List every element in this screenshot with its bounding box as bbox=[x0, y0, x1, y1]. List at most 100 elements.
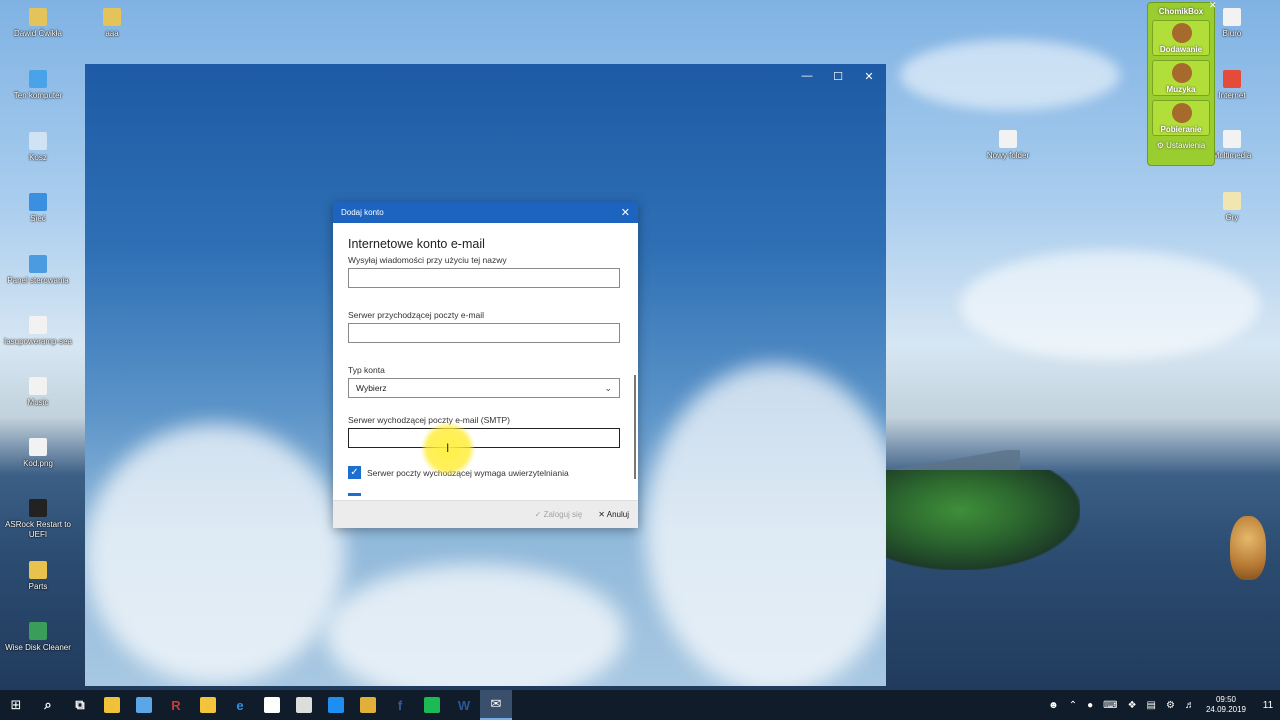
chevron-up-icon[interactable]: ⌃ bbox=[1069, 700, 1077, 711]
settings-icon[interactable]: ⚙ bbox=[1166, 700, 1175, 711]
desktop-icon[interactable]: Kosz bbox=[0, 132, 76, 163]
people-icon[interactable]: ☻ bbox=[1048, 700, 1059, 711]
taskbar-remote-desktop-icon[interactable] bbox=[128, 690, 160, 720]
cloud bbox=[325, 564, 625, 686]
incoming-server-input[interactable] bbox=[348, 323, 620, 343]
taskbar-app-face-icon[interactable] bbox=[192, 690, 224, 720]
check-icon: ✓ bbox=[534, 510, 542, 519]
taskbar-word-icon[interactable]: W bbox=[448, 690, 480, 720]
desktop-icon-nowy-folder[interactable]: Nowy folder bbox=[970, 130, 1046, 161]
dialog-close-button[interactable]: ✕ bbox=[621, 206, 630, 219]
desktop-icon-label: Gry bbox=[1225, 213, 1239, 222]
cancel-label: Anuluj bbox=[606, 510, 629, 519]
minimize-button[interactable]: — bbox=[792, 70, 822, 82]
auth-required-checkbox[interactable]: ✓ bbox=[348, 466, 361, 479]
windows-start-icon[interactable]: ⊞ bbox=[0, 690, 32, 720]
desktop-icon[interactable]: Wise Disk Cleaner bbox=[0, 622, 76, 653]
taskbar-messenger-icon[interactable] bbox=[320, 690, 352, 720]
taskbar-edge-icon[interactable]: e bbox=[224, 690, 256, 720]
taskbar-mail-icon[interactable]: ✉ bbox=[480, 690, 512, 720]
desktop-app-icon bbox=[29, 499, 47, 517]
desktop-icon[interactable]: Dawid Ćwikła bbox=[0, 8, 76, 39]
desktop-icon-label: Kosz bbox=[29, 153, 47, 162]
desktop-app-icon bbox=[29, 193, 47, 211]
desktop-app-icon bbox=[29, 8, 47, 26]
taskbar-glyph bbox=[200, 697, 216, 713]
taskbar-store-icon[interactable] bbox=[256, 690, 288, 720]
dialog-heading: Internetowe konto e-mail bbox=[348, 237, 485, 251]
auth-required-row[interactable]: ✓ Serwer poczty wychodzącej wymaga uwier… bbox=[348, 466, 623, 479]
signin-button[interactable]: ✓ Zaloguj się bbox=[535, 510, 583, 519]
desktop-app-icon bbox=[29, 377, 47, 395]
keyboard-icon[interactable]: ⌨ bbox=[1103, 700, 1117, 711]
desktop-app-icon bbox=[29, 316, 47, 334]
notification-center-icon[interactable]: 11 bbox=[1256, 690, 1280, 720]
taskbar-glyph bbox=[328, 697, 344, 713]
incoming-server-label: Serwer przychodzącej poczty e-mail bbox=[348, 310, 485, 320]
dialog-scrollbar[interactable] bbox=[634, 375, 636, 479]
taskbar: ⊞ ⌕ ⧉ Re f W ✉ ☻ ⌃ ● ⌨ ❖ ▤ ⚙ ♬ 09:50 24.09.20… bbox=[0, 690, 1280, 720]
cancel-button[interactable]: ✕ Anuluj bbox=[598, 510, 629, 519]
desktop-icon[interactable]: Parts bbox=[0, 561, 76, 592]
chomikbox-close-button[interactable]: ✕ bbox=[1209, 0, 1217, 11]
maximize-button[interactable]: ☐ bbox=[823, 70, 853, 83]
close-button[interactable]: ✕ bbox=[854, 70, 884, 83]
send-name-input[interactable] bbox=[348, 268, 620, 288]
clock-date: 24.09.2019 bbox=[1205, 705, 1246, 714]
desktop-icon[interactable]: Gry bbox=[1194, 192, 1270, 223]
taskbar-task-view-icon[interactable]: ⧉ bbox=[64, 690, 96, 720]
dialog-footer: ✓ Zaloguj się ✕ Anuluj bbox=[333, 500, 638, 528]
network-icon[interactable]: ▤ bbox=[1147, 700, 1156, 711]
taskbar-search-icon[interactable]: ⌕ bbox=[32, 690, 64, 720]
desktop-app-icon bbox=[29, 622, 47, 640]
cloud bbox=[85, 424, 345, 684]
dialog-body: Internetowe konto e-mail Wysyłaj wiadomo… bbox=[333, 223, 638, 500]
clock[interactable]: 09:50 24.09.2019 bbox=[1206, 695, 1246, 715]
desktop-icon[interactable]: Kod.png bbox=[0, 438, 76, 469]
desktop-app-icon bbox=[29, 255, 47, 273]
volume-icon[interactable]: ♬ bbox=[1185, 700, 1195, 711]
desktop-icon-aaa[interactable]: aaa bbox=[74, 8, 150, 39]
chomikbox-settings[interactable]: ⚙ Ustawienia bbox=[1148, 141, 1214, 150]
island bbox=[880, 470, 1080, 570]
desktop-app-icon bbox=[1223, 130, 1241, 148]
system-tray: ☻ ⌃ ● ⌨ ❖ ▤ ⚙ ♬ 09:50 24.09.2019 11 bbox=[1043, 690, 1280, 720]
desktop-icon[interactable]: ASRock Restart to UEFI bbox=[0, 499, 76, 540]
add-account-dialog: Dodaj konto ✕ Internetowe konto e-mail W… bbox=[333, 202, 638, 528]
text-cursor-icon: I bbox=[446, 441, 450, 455]
hamster-icon bbox=[1172, 23, 1192, 43]
chomikbox-button-label: Muzyka bbox=[1166, 85, 1196, 94]
account-type-select[interactable]: Wybierz ⌄ bbox=[348, 378, 620, 398]
taskbar-facebook-icon[interactable]: f bbox=[384, 690, 416, 720]
desktop-icon[interactable]: Panel sterowania bbox=[0, 255, 76, 286]
chomikbox-download-button[interactable]: Pobieranie bbox=[1152, 100, 1210, 136]
desktop-icon[interactable]: Music bbox=[0, 377, 76, 408]
desktop-icon[interactable]: Ten komputer bbox=[0, 70, 76, 101]
desktop-icon[interactable]: Sieć bbox=[0, 193, 76, 224]
chomikbox-button-label: Dodawanie bbox=[1159, 45, 1203, 54]
account-type-value: Wybierz bbox=[356, 383, 387, 393]
taskbar-glyph bbox=[360, 697, 376, 713]
dropbox-icon[interactable]: ❖ bbox=[1128, 700, 1137, 711]
taskbar-spotify-icon[interactable] bbox=[416, 690, 448, 720]
desktop-icon[interactable]: Iasupoweramp-sea bbox=[0, 316, 76, 347]
taskbar-calculator-icon[interactable] bbox=[288, 690, 320, 720]
desktop-icon-label: Kod.png bbox=[23, 459, 53, 468]
auth-required-label: Serwer poczty wychodzącej wymaga uwierzy… bbox=[367, 467, 569, 478]
desktop-icon-label: Music bbox=[27, 398, 49, 407]
hamster-mascot bbox=[1230, 516, 1266, 580]
microphone-icon[interactable]: ● bbox=[1087, 700, 1093, 711]
taskbar-app-r-icon[interactable]: R bbox=[160, 690, 192, 720]
chomikbox-button-label: Pobieranie bbox=[1160, 125, 1202, 134]
taskbar-file-explorer-icon[interactable] bbox=[96, 690, 128, 720]
hamster-icon bbox=[1172, 63, 1192, 83]
chomikbox-music-button[interactable]: Muzyka bbox=[1152, 60, 1210, 96]
desktop-icon-label: Parts bbox=[28, 582, 48, 591]
desktop-app-icon bbox=[29, 70, 47, 88]
chevron-down-icon: ⌄ bbox=[604, 382, 612, 393]
desktop-app-icon bbox=[1223, 70, 1241, 88]
smtp-server-input[interactable] bbox=[348, 428, 620, 448]
taskbar-glyph bbox=[264, 697, 280, 713]
chomikbox-add-button[interactable]: Dodawanie bbox=[1152, 20, 1210, 56]
taskbar-chrome-icon[interactable] bbox=[352, 690, 384, 720]
